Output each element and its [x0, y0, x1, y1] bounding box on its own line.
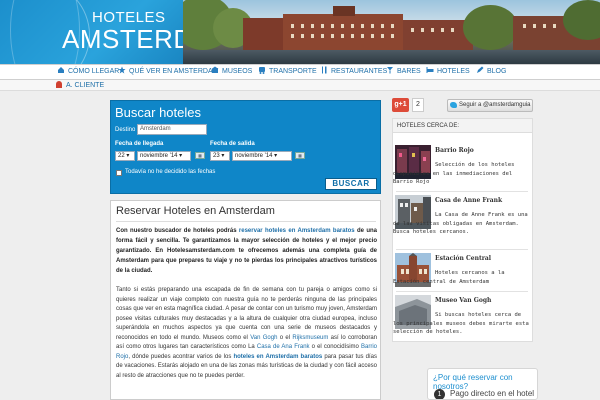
nearby-desc: Hoteles cercanos a la Estación central d… [393, 270, 505, 285]
widget-heading: HOTELES CERCA DE: [393, 119, 532, 133]
nearby-desc: Si buscas hoteles cerca de los principal… [393, 312, 529, 335]
nav-label: RESTAURANTES [331, 68, 388, 75]
nav-item-transporte[interactable]: TRANSPORTE [258, 65, 317, 79]
text: , dónde puedes acontrar varios de los [128, 353, 234, 360]
casa-ana-frank-link[interactable]: Casa de Ana Frank [257, 344, 310, 350]
salida-month-select[interactable]: noviembre '14 ▾ [232, 151, 292, 161]
llegada-month-select[interactable]: noviembre '14 ▾ [137, 151, 191, 161]
undecided-dates-checkbox[interactable] [116, 170, 122, 176]
user-icon [56, 81, 62, 88]
star-icon [118, 66, 126, 74]
llegada-month-value: noviembre '14 [140, 153, 178, 159]
nav-label: QUÉ VER EN AMSTERDAM [129, 68, 219, 75]
divider [396, 191, 528, 192]
rijksmuseum-link[interactable]: Rijksmuseum [292, 335, 328, 341]
logo-line-2: AMSTERDAM [62, 24, 183, 54]
undecided-dates-label: Todavía no he decidido las fechas [125, 169, 216, 175]
google-plus-button[interactable]: g+1 [392, 98, 409, 112]
home-icon [57, 66, 65, 74]
salida-label: Fecha de salida [210, 141, 255, 147]
reservar-hoteles-link[interactable]: reservar hoteles en Amsterdam baratos [239, 228, 355, 234]
salida-day-select[interactable]: 23 ▾ [210, 151, 230, 161]
nav-item-restaurantes[interactable]: RESTAURANTES [320, 65, 387, 79]
article-title: Reservar Hoteles en Amsterdam [116, 205, 275, 217]
nav-label: HOTELES [437, 68, 470, 75]
step-number: 1 [434, 389, 445, 399]
salida-day-value: 23 [213, 153, 220, 159]
why-reason: Pago directo en el hotel [450, 389, 535, 398]
van-gogh-link[interactable]: Van Gogh [250, 335, 277, 341]
twitter-follow-button[interactable]: Seguir a @amsterdamguia [447, 99, 533, 112]
nav-label: CÓMO LLEGAR [68, 68, 120, 75]
blog-icon [476, 66, 484, 74]
transport-icon [258, 66, 266, 74]
destino-label: Destino [115, 127, 136, 133]
hoteles-baratos-link[interactable]: hoteles en Amsterdam baratos [233, 354, 322, 360]
nav-label: TRANSPORTE [269, 68, 317, 75]
main-article: Reservar Hoteles en Amsterdam Con nuestr… [110, 200, 381, 400]
hotel-search-box: Buscar hoteles Destino Amsterdam Fecha d… [110, 100, 381, 194]
divider [116, 221, 376, 222]
calendar-icon[interactable]: ▦ [295, 152, 305, 159]
llegada-label: Fecha de llegada [115, 141, 164, 147]
nav-label: BLOG [487, 68, 507, 75]
nearby-name: Museo Van Gogh [435, 297, 492, 304]
hotel-icon [426, 66, 434, 74]
text: Con nuestro buscador de hoteles podrás [116, 228, 239, 234]
nav-label: MUSEOS [222, 68, 253, 75]
text: de una forma fácil y sencilla. Te garant… [116, 228, 377, 274]
text: o el conocidísimo [309, 344, 361, 350]
nearby-name: Casa de Anne Frank [435, 197, 503, 204]
divider [396, 249, 528, 250]
nav-item-como-llegar[interactable]: CÓMO LLEGAR [57, 65, 119, 79]
nav-item-hoteles[interactable]: HOTELES [426, 65, 470, 79]
calendar-icon[interactable]: ▦ [195, 152, 205, 159]
header: HOTELES AMSTERDAM [0, 0, 600, 64]
text: Tanto si estás preparando una escapada d… [116, 287, 377, 341]
bar-icon [386, 66, 394, 74]
header-banner-photo [183, 0, 600, 64]
nearby-desc: La Casa de Anne Frank es una de las visi… [393, 212, 528, 235]
salida-month-value: noviembre '14 [235, 153, 273, 159]
sub-nav-label: A. CLIENTE [66, 82, 105, 89]
nearby-desc: Selección de los hoteles disponibles en … [393, 162, 515, 185]
search-title: Buscar hoteles [115, 105, 201, 120]
site-logo[interactable]: HOTELES AMSTERDAM [0, 0, 183, 64]
nearby-name: Estación Central [435, 255, 492, 262]
nav-item-atencion-cliente[interactable]: A. CLIENTE [56, 80, 104, 91]
nav-item-que-ver[interactable]: QUÉ VER EN AMSTERDAM [118, 65, 218, 79]
twitter-follow-label: Seguir a @amsterdamguia [459, 102, 531, 108]
sub-nav: A. CLIENTE [0, 80, 600, 91]
body-paragraph: Tanto si estás preparando una escapada d… [116, 286, 377, 381]
nearby-name: Barrio Rojo [435, 147, 474, 154]
restaurant-icon [320, 66, 328, 74]
divider [396, 291, 528, 292]
nav-item-museos[interactable]: MUSEOS [211, 65, 252, 79]
nav-item-bares[interactable]: BARES [386, 65, 421, 79]
nav-item-blog[interactable]: BLOG [476, 65, 506, 79]
destino-input[interactable]: Amsterdam [137, 124, 207, 135]
museum-icon [211, 66, 219, 74]
intro-paragraph: Con nuestro buscador de hoteles podrás r… [116, 226, 377, 276]
text: o el [277, 334, 293, 341]
why-book-box: ¿Por qué reservar con nosotros? 1 Pago d… [427, 368, 538, 400]
search-button[interactable]: BUSCAR [325, 178, 377, 190]
main-nav: CÓMO LLEGAR QUÉ VER EN AMSTERDAM MUSEOS … [0, 64, 600, 80]
page: HOTELES AMSTERDAM CÓMO LLEGAR QUÉ VER EN… [0, 0, 600, 400]
google-plus-count: 2 [412, 98, 424, 112]
twitter-bird-icon [450, 102, 457, 108]
nav-label: BARES [397, 68, 421, 75]
llegada-day-value: 22 [118, 153, 125, 159]
hoteles-cerca-widget: HOTELES CERCA DE: Barrio Rojo Selección … [392, 118, 533, 342]
llegada-day-select[interactable]: 22 ▾ [115, 151, 135, 161]
